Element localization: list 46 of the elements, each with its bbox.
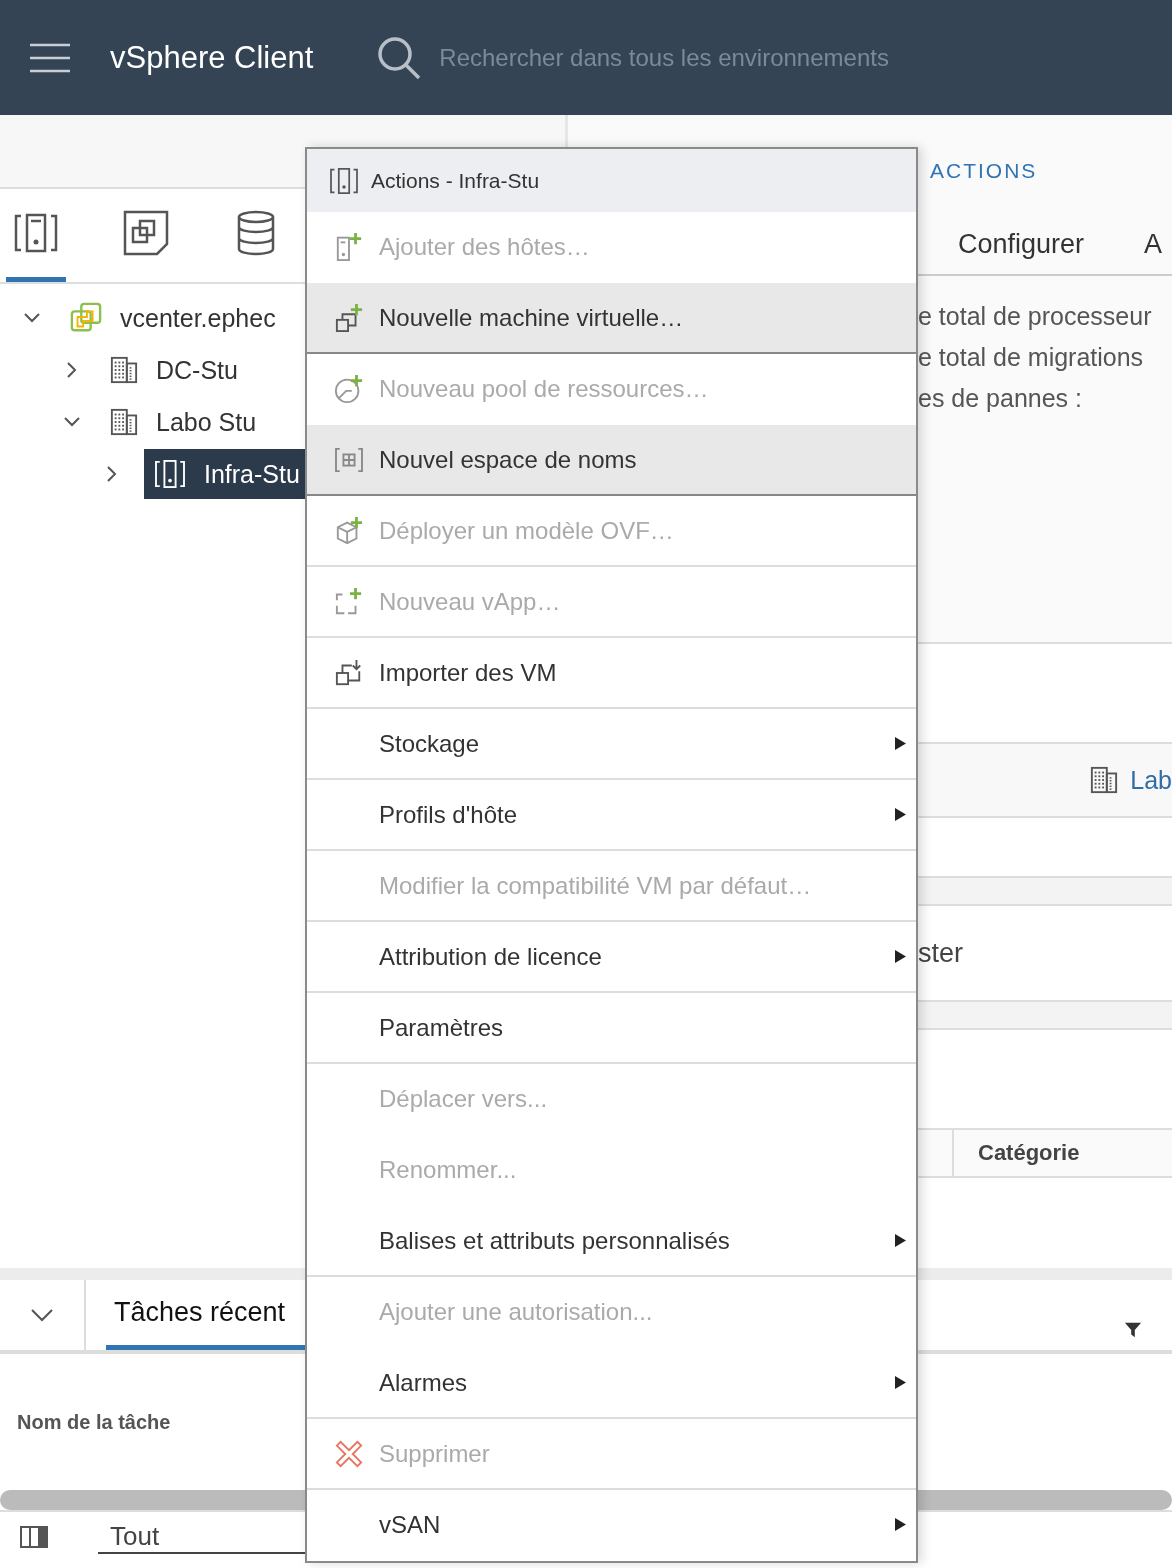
- menu-item[interactable]: Stockage: [307, 709, 916, 780]
- menu-item[interactable]: Profils d'hôte: [307, 780, 916, 851]
- content-tab[interactable]: A: [1144, 229, 1163, 260]
- menu-item[interactable]: Importer des VM: [307, 638, 916, 709]
- vms-icon: [123, 210, 169, 256]
- box-add-icon: [335, 515, 363, 546]
- vm-add-icon: [335, 302, 363, 333]
- summary-label: e total de migrations: [918, 343, 1145, 372]
- menu-title: Actions - Infra-Stu: [371, 168, 540, 193]
- tree-item[interactable]: DC-Stu: [100, 345, 248, 395]
- search-icon[interactable]: [377, 35, 422, 80]
- filter-icon[interactable]: [1124, 1321, 1142, 1339]
- content-tab[interactable]: Configurer: [958, 229, 1085, 260]
- menu-item[interactable]: Alarmes: [307, 1348, 916, 1419]
- chevron-icon: [30, 1307, 54, 1323]
- vapp-add-icon: [335, 586, 363, 617]
- menu-item[interactable]: Nouvel espace de noms: [307, 425, 916, 496]
- building-icon: [1090, 766, 1119, 794]
- tree-item[interactable]: vcenter.ephec: [60, 293, 286, 343]
- delete-icon: [335, 1439, 363, 1468]
- column-header[interactable]: Nom de la tâche: [17, 1410, 171, 1434]
- cluster-label: ster: [918, 937, 963, 969]
- menu-item[interactable]: Nouvelle machine virtuelle…: [307, 283, 916, 354]
- summary-label: es de pannes :: [918, 384, 1083, 413]
- pool-add-icon: [334, 373, 364, 404]
- vcenter-icon: [70, 302, 102, 334]
- cluster-icon: [154, 460, 186, 488]
- menu-item[interactable]: Paramètres: [307, 993, 916, 1064]
- building-icon: [110, 356, 138, 384]
- host-icon: [13, 213, 59, 253]
- host-add-icon: [335, 231, 363, 262]
- database-icon: [236, 210, 276, 256]
- cluster-icon: [329, 167, 359, 194]
- menu-item[interactable]: Balises et attributs personnalisés: [307, 1206, 916, 1277]
- actions-link[interactable]: ACTIONS: [930, 159, 1172, 183]
- namespace-icon: [334, 446, 364, 473]
- tree-item[interactable]: Labo Stu: [100, 397, 267, 447]
- columns-icon[interactable]: [20, 1526, 48, 1548]
- summary-label: e total de processeur: [918, 302, 1153, 331]
- search-field[interactable]: Rechercher dans tous les environnements: [437, 42, 1042, 73]
- datacenter-link[interactable]: Lab: [1130, 765, 1172, 795]
- menu-icon[interactable]: [30, 41, 70, 74]
- vm-import-icon: [335, 657, 363, 688]
- app-title: vSphere Client: [110, 39, 314, 76]
- building-icon: [110, 408, 138, 436]
- menu-item[interactable]: Attribution de licence: [307, 922, 916, 993]
